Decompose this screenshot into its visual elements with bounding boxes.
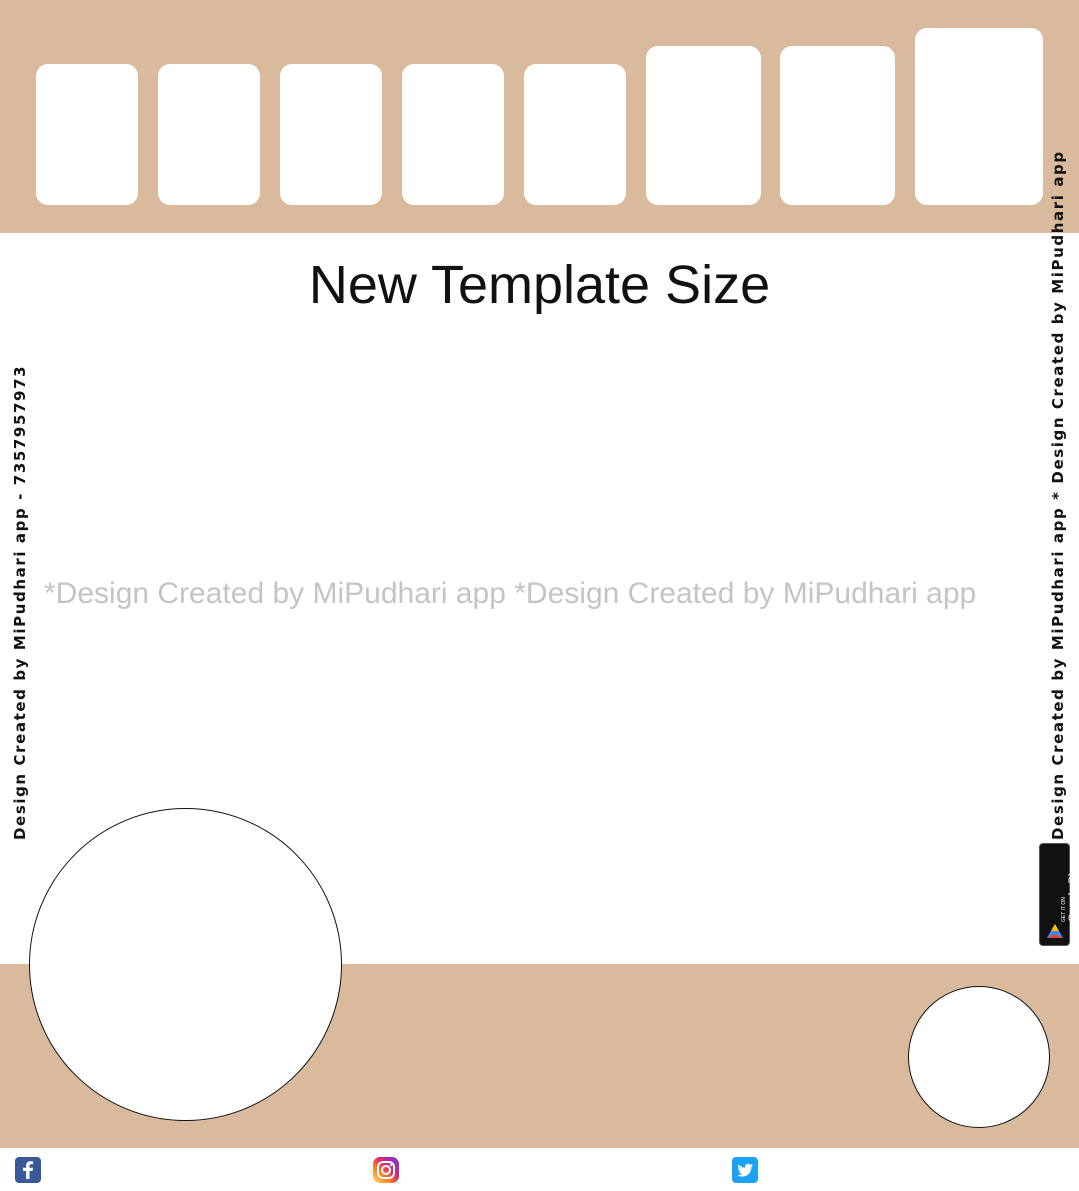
photo-slot-8[interactable]	[915, 28, 1043, 205]
photo-slot-1[interactable]	[36, 64, 138, 205]
photo-slot-2[interactable]	[158, 64, 260, 205]
google-play-badge-big: Google Play	[1067, 862, 1079, 922]
photo-slot-3[interactable]	[280, 64, 382, 205]
main-photo-circle[interactable]	[29, 808, 342, 1121]
vertical-credit-right: Design Created by MiPudhari app * Design…	[1049, 150, 1067, 840]
vertical-credit-left: Design Created by MiPudhari app - 735795…	[11, 364, 29, 840]
twitter-icon[interactable]	[732, 1157, 758, 1183]
photo-slot-4[interactable]	[402, 64, 504, 205]
photo-slot-5[interactable]	[524, 64, 626, 205]
facebook-icon[interactable]	[15, 1157, 41, 1183]
photo-slot-7[interactable]	[780, 46, 895, 205]
google-play-icon	[1047, 924, 1063, 938]
page-title: New Template Size	[308, 255, 771, 315]
watermark-text: *Design Created by MiPudhari app *Design…	[44, 577, 977, 610]
google-play-badge[interactable]: GET IT ON Google Play	[1039, 843, 1079, 946]
instagram-icon[interactable]	[373, 1157, 399, 1183]
google-play-badge-text: GET IT ON Google Play	[1061, 862, 1079, 922]
photo-slot-6[interactable]	[646, 46, 761, 205]
top-band	[0, 0, 1079, 233]
small-photo-circle[interactable]	[908, 986, 1050, 1128]
